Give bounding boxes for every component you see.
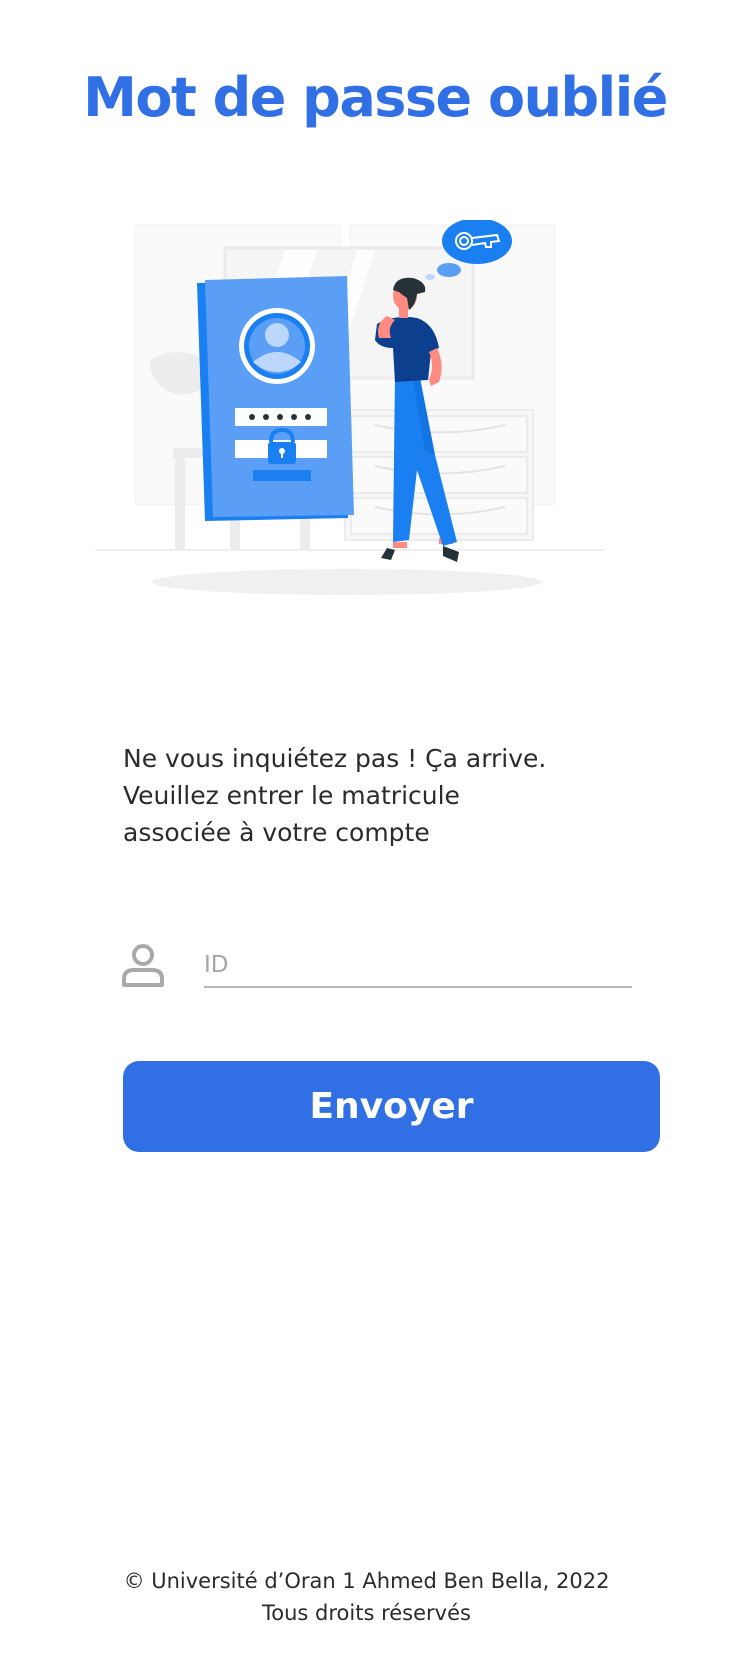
send-button[interactable]: Envoyer xyxy=(123,1061,660,1152)
instruction-text: Ne vous inquiétez pas ! Ça arrive. Veuil… xyxy=(123,740,643,851)
id-input[interactable] xyxy=(204,944,632,988)
person-icon xyxy=(122,944,164,987)
copyright-text: © Université d’Oran 1 Ahmed Ben Bella, 2… xyxy=(123,1569,610,1593)
page-title: Mot de passe oublié xyxy=(83,66,668,129)
instruction-line: associée à votre compte xyxy=(123,818,430,847)
instruction-line: Ne vous inquiétez pas ! Ça arrive. xyxy=(123,744,547,773)
instruction-line: Veuillez entrer le matricule xyxy=(123,781,460,810)
footer: © Université d’Oran 1 Ahmed Ben Bella, 2… xyxy=(0,1565,733,1629)
rights-text: Tous droits réservés xyxy=(262,1601,471,1625)
forgot-password-illustration xyxy=(95,220,605,595)
